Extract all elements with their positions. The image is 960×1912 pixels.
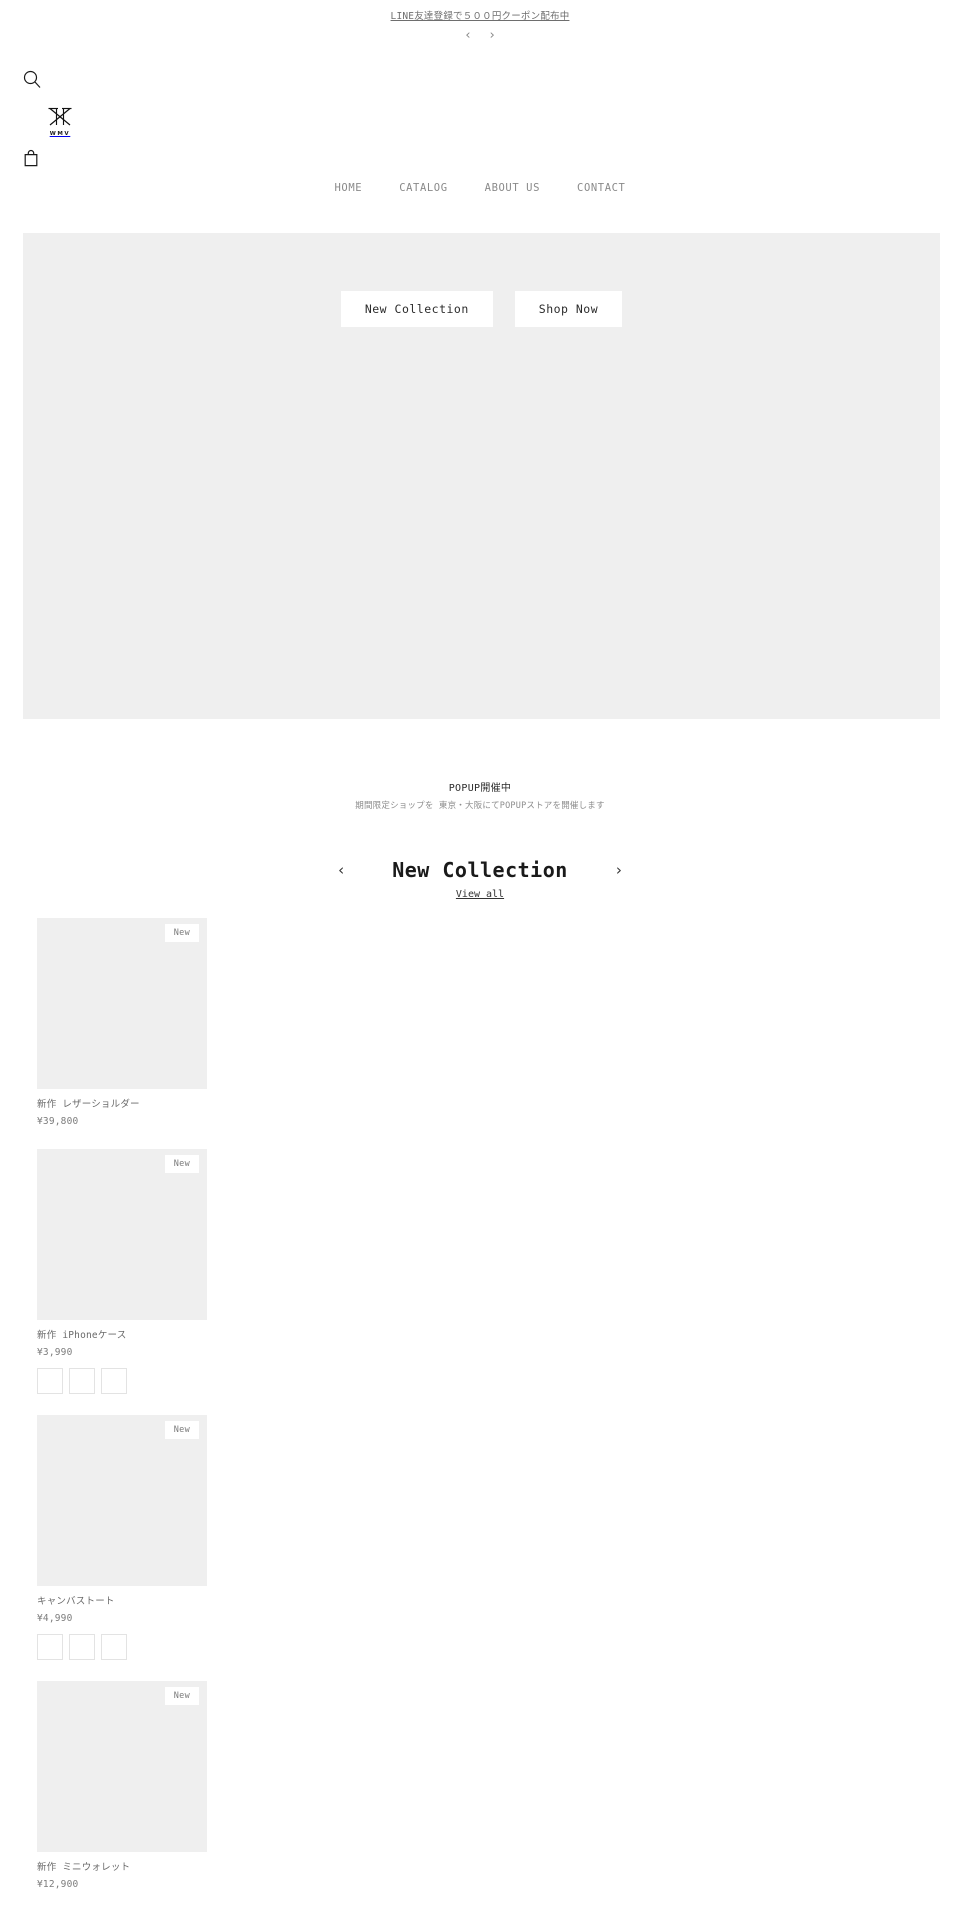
collection-heading: ‹ New Collection › View all: [0, 858, 960, 901]
nav-item-about-us[interactable]: ABOUT US: [485, 182, 540, 194]
chevron-left-icon[interactable]: ‹: [462, 29, 474, 42]
product-card[interactable]: New 新作 ミニウォレット ¥12,900: [37, 1681, 207, 1891]
status-badge: New: [164, 1155, 199, 1173]
nav-item-contact[interactable]: CONTACT: [577, 182, 625, 194]
view-all-link[interactable]: View all: [456, 889, 504, 900]
status-badge: New: [164, 1687, 199, 1705]
product-image[interactable]: New: [37, 1681, 207, 1852]
hero-actions: New Collection Shop Now: [23, 291, 940, 327]
product-swatches: [37, 1634, 207, 1660]
chevron-right-icon[interactable]: ›: [486, 29, 498, 42]
logo-wordmark: WMV: [49, 131, 71, 137]
status-badge: New: [164, 1421, 199, 1439]
product-card[interactable]: New キャンバストート ¥4,990: [37, 1415, 207, 1660]
product-card[interactable]: New 新作 レザーショルダー ¥39,800: [37, 918, 207, 1128]
product-price: ¥12,900: [37, 1879, 79, 1890]
color-swatch[interactable]: [37, 1368, 63, 1394]
product-list: New 新作 レザーショルダー ¥39,800 New 新作 iPhoneケース…: [37, 918, 207, 1912]
product-price: ¥3,990: [37, 1347, 73, 1358]
hero-banner: New Collection Shop Now: [23, 233, 940, 719]
product-image[interactable]: New: [37, 1149, 207, 1320]
announcement-bar: LINE友達登録で５００円クーポン配布中 ‹ ›: [0, 0, 960, 42]
product-swatches: [37, 1368, 207, 1394]
popup-announcement-section: POPUP開催中 期間限定ショップを 東京・大阪にてPOPUPストアを開催します: [0, 782, 960, 813]
announcement-link[interactable]: LINE友達登録で５００円クーポン配布中: [391, 10, 570, 24]
color-swatch[interactable]: [101, 1634, 127, 1660]
popup-subtitle: 期間限定ショップを 東京・大阪にてPOPUPストアを開催します: [355, 801, 605, 811]
product-title[interactable]: キャンバストート: [37, 1595, 207, 1608]
shopping-bag-icon[interactable]: [22, 149, 40, 167]
product-image[interactable]: New: [37, 1415, 207, 1586]
nav-item-catalog[interactable]: CATALOG: [399, 182, 447, 194]
shop-now-button[interactable]: Shop Now: [514, 291, 623, 327]
product-price: ¥39,800: [37, 1116, 79, 1127]
collection-title: New Collection: [392, 858, 568, 882]
new-collection-button[interactable]: New Collection: [340, 291, 493, 327]
status-badge: New: [164, 924, 199, 942]
color-swatch[interactable]: [101, 1368, 127, 1394]
color-swatch[interactable]: [69, 1368, 95, 1394]
search-icon[interactable]: [22, 69, 42, 89]
product-title[interactable]: 新作 ミニウォレット: [37, 1861, 207, 1874]
announcement-carousel-nav: ‹ ›: [0, 29, 960, 42]
color-swatch[interactable]: [37, 1634, 63, 1660]
product-card[interactable]: New 新作 iPhoneケース ¥3,990: [37, 1149, 207, 1394]
popup-title: POPUP開催中: [448, 783, 512, 794]
logo-monogram-icon: [38, 106, 82, 132]
site-header: WMV HOME CATALOG ABOUT US CONTACT: [0, 42, 960, 194]
collection-prev-chevron-left-icon[interactable]: ‹: [334, 862, 348, 878]
site-logo[interactable]: WMV: [38, 106, 82, 137]
product-image[interactable]: New: [37, 918, 207, 1089]
product-title[interactable]: 新作 レザーショルダー: [37, 1098, 207, 1111]
collection-next-chevron-right-icon[interactable]: ›: [612, 862, 626, 878]
product-price: ¥4,990: [37, 1613, 73, 1624]
color-swatch[interactable]: [69, 1634, 95, 1660]
collection-title-row: ‹ New Collection ›: [0, 858, 960, 882]
product-title[interactable]: 新作 iPhoneケース: [37, 1329, 207, 1342]
main-navigation: HOME CATALOG ABOUT US CONTACT: [0, 182, 960, 194]
nav-item-home[interactable]: HOME: [335, 182, 363, 194]
